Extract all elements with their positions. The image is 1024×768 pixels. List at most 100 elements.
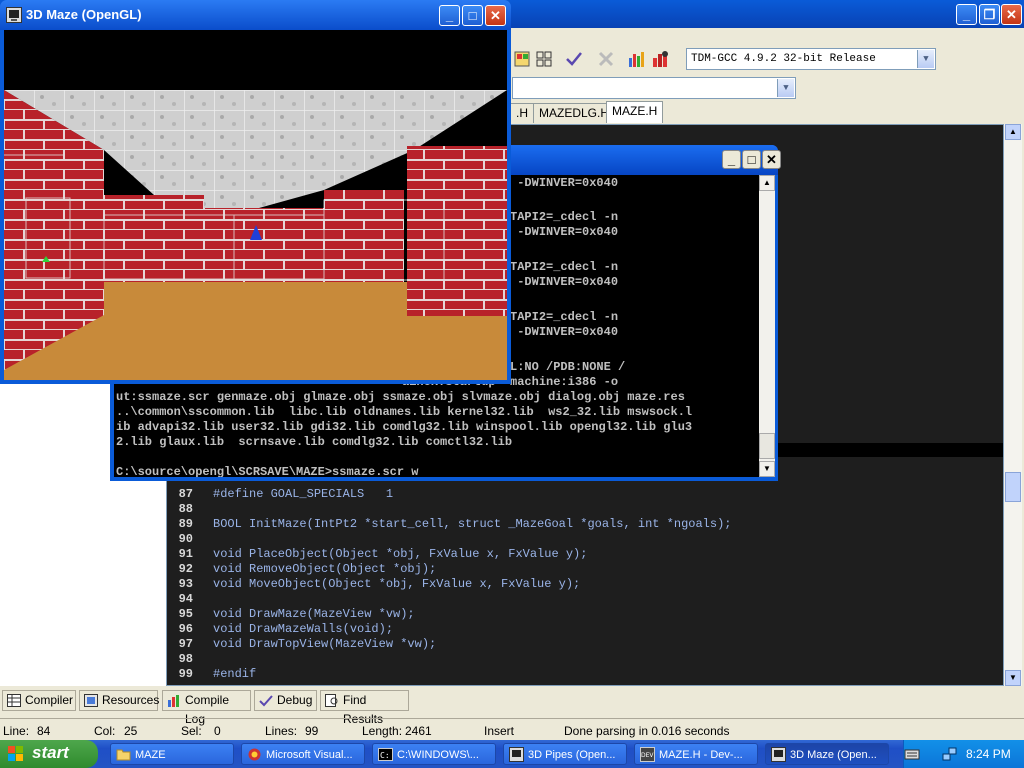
system-tray: 8:24 PM: [903, 740, 1024, 768]
maze-3d-view[interactable]: [4, 30, 507, 380]
clock: 8:24 PM: [966, 747, 1011, 761]
code-text: #define GOAL_SPECIALS 1: [213, 487, 394, 501]
stop-icon[interactable]: [597, 50, 615, 68]
tab-resources[interactable]: Resources: [79, 690, 159, 711]
taskbar-item-3d-pipes[interactable]: 3D Pipes (Open...: [503, 743, 627, 765]
minimize-button[interactable]: _: [439, 5, 460, 26]
maximize-button[interactable]: □: [462, 5, 483, 26]
minimize-button[interactable]: _: [722, 150, 741, 169]
scroll-up-icon[interactable]: ▲: [1005, 124, 1021, 140]
line-number: 96: [178, 622, 193, 636]
window-title: 3D Maze (OpenGL): [26, 7, 142, 22]
tab-find-results[interactable]: Find Results: [320, 690, 409, 726]
console-line: ut:ssmaze.scr genmaze.obj glmaze.obj ssm…: [116, 390, 685, 404]
compiler-select[interactable]: TDM-GCC 4.9.2 32-bit Release ▼: [686, 48, 936, 70]
code-text: void DrawMazeWalls(void);: [213, 622, 394, 636]
taskbar-item-3d-maze[interactable]: 3D Maze (Open...: [765, 743, 889, 765]
taskbar-item-devcpp[interactable]: DEV MAZE.H - Dev-...: [634, 743, 758, 765]
line-number: 99: [178, 667, 193, 681]
scroll-up-icon[interactable]: ▲: [759, 175, 775, 191]
chevron-down-icon[interactable]: ▼: [777, 79, 794, 97]
line-number: 95: [178, 607, 193, 621]
status-sel-label: Sel:: [181, 724, 202, 738]
maze-scene: [4, 30, 507, 380]
function-select[interactable]: ▼: [512, 77, 796, 99]
folder-icon: [116, 747, 131, 762]
grid-icon: [7, 694, 21, 707]
compile-run-icon[interactable]: [513, 50, 531, 68]
line-number: 98: [178, 652, 193, 666]
status-length-value: 2461: [405, 724, 432, 738]
maximize-button[interactable]: □: [742, 150, 761, 169]
code-text: void MoveObject(Object *obj, FxValue x, …: [213, 577, 581, 591]
start-button[interactable]: start: [0, 740, 98, 768]
status-col-label: Col:: [94, 724, 116, 738]
code-text: void DrawMaze(MazeView *vw);: [213, 607, 415, 621]
line-number: 87: [178, 487, 193, 501]
close-button[interactable]: ✕: [1001, 4, 1022, 25]
line-number: 90: [178, 532, 193, 546]
maximize-button[interactable]: ❐: [979, 4, 1000, 25]
taskbar-item-cmd[interactable]: C: C:\WINDOWS\...: [372, 743, 496, 765]
console-line: ib advapi32.lib user32.lib gdi32.lib com…: [116, 420, 693, 434]
taskbar-item-maze[interactable]: MAZE: [110, 743, 234, 765]
code-text: void RemoveObject(Object *obj);: [213, 562, 437, 576]
start-label: start: [32, 743, 69, 762]
scroll-thumb[interactable]: [759, 433, 775, 459]
scroll-thumb[interactable]: [1005, 472, 1021, 502]
check-syntax-icon[interactable]: [565, 50, 583, 68]
line-number: 88: [178, 502, 193, 516]
visual-studio-icon: [247, 747, 262, 762]
rebuild-icon[interactable]: [535, 50, 553, 68]
status-lines-value: 99: [305, 724, 319, 738]
tab-h-file[interactable]: .H: [510, 103, 534, 123]
maze-title-bar[interactable]: 3D Maze (OpenGL) _ □ ✕: [0, 0, 511, 30]
status-mode: Insert: [484, 724, 515, 738]
code-text: void DrawTopView(MazeView *vw);: [213, 637, 437, 651]
devcpp-icon: DEV: [640, 747, 655, 762]
network-icon[interactable]: [942, 746, 958, 762]
status-bar: Line: 84 Col: 25 Sel: 0 Lines: 99 Length…: [0, 718, 1024, 741]
console-line: ..\common\sscommon.lib libc.lib oldnames…: [116, 405, 693, 419]
close-button[interactable]: ✕: [485, 5, 506, 26]
line-number: 91: [178, 547, 193, 561]
chart-icon[interactable]: [627, 50, 645, 68]
console-scrollbar[interactable]: ▲ ▼: [759, 175, 775, 477]
keyboard-icon[interactable]: [904, 746, 920, 762]
status-lines-label: Lines:: [265, 724, 298, 738]
tab-maze-h[interactable]: MAZE.H: [606, 101, 664, 123]
toolbar: TDM-GCC 4.9.2 32-bit Release ▼: [510, 44, 1024, 76]
status-line-value: 84: [37, 724, 51, 738]
compiler-select-value: TDM-GCC 4.9.2 32-bit Release: [691, 53, 876, 65]
close-button[interactable]: ✕: [762, 150, 781, 169]
taskbar-item-visual-studio[interactable]: Microsoft Visual...: [241, 743, 365, 765]
chart-icon: [167, 694, 181, 707]
monitor-icon: [509, 747, 524, 762]
app-icon: [6, 7, 22, 23]
scroll-down-icon[interactable]: ▼: [759, 461, 775, 477]
minimize-button[interactable]: _: [956, 4, 977, 25]
line-number: 89: [178, 517, 193, 531]
tab-debug[interactable]: Debug: [254, 690, 317, 711]
check-icon: [259, 694, 273, 707]
bottom-panel-tabs: Compiler Resources Compile Log Debug Fin…: [0, 690, 1024, 726]
find-icon: [325, 694, 339, 707]
line-number: 92: [178, 562, 193, 576]
tab-compiler[interactable]: Compiler: [2, 690, 76, 711]
console-line: 2.lib glaux.lib scrnsave.lib comdlg32.li…: [116, 435, 513, 449]
code-text: BOOL InitMaze(IntPt2 *start_cell, struct…: [213, 517, 732, 531]
line-number: 97: [178, 637, 193, 651]
scroll-down-icon[interactable]: ▼: [1005, 670, 1021, 686]
status-line-label: Line:: [3, 724, 30, 738]
status-sel-value: 0: [214, 724, 221, 738]
editor-scrollbar[interactable]: ▲ ▼: [1004, 124, 1022, 686]
status-col-value: 25: [124, 724, 138, 738]
profile-icon[interactable]: [651, 50, 669, 68]
chevron-down-icon[interactable]: ▼: [917, 50, 934, 68]
svg-text:C:: C:: [380, 751, 390, 760]
tab-compile-log[interactable]: Compile Log: [162, 690, 251, 726]
tab-mazedlg-h[interactable]: MAZEDLG.H: [533, 103, 616, 123]
svg-text:DEV: DEV: [641, 752, 654, 759]
console-line: C:\source\opengl\SCRSAVE\MAZE>ssmaze.scr…: [116, 465, 419, 477]
status-message: Done parsing in 0.016 seconds: [564, 724, 730, 738]
